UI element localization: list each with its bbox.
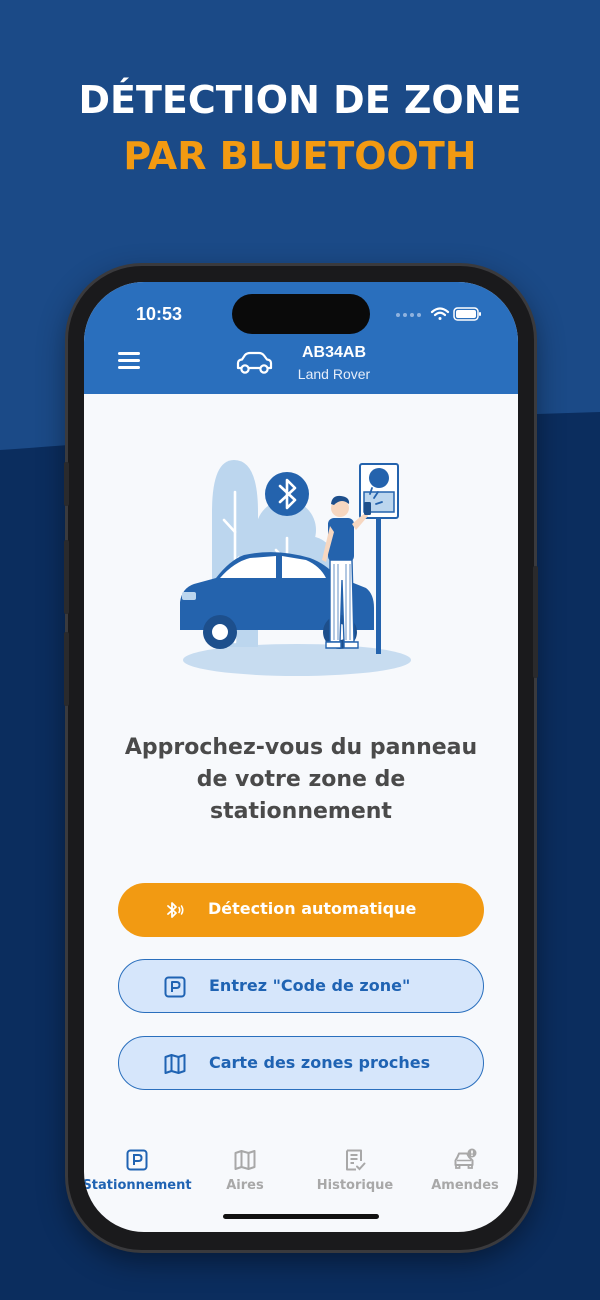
tab-amendes[interactable]: Amendes — [410, 1138, 518, 1198]
vehicle-model: Land Rover — [297, 366, 371, 382]
zone-code-label: Entrez "Code de zone" — [209, 976, 411, 995]
status-icons — [394, 306, 482, 326]
nearby-zones-map-label: Carte des zones proches — [209, 1053, 431, 1072]
phone-volume-down — [64, 632, 69, 706]
parking-icon — [126, 1149, 148, 1171]
tab-historique-label: Historique — [316, 1178, 394, 1193]
tab-stationnement-label: Stationnement — [84, 1178, 192, 1193]
phone-screen: 10:53 AB34AB Land Rover Approchez-vous d… — [84, 282, 518, 1232]
tab-amendes-label: Amendes — [431, 1178, 499, 1193]
signal-icon — [396, 313, 421, 317]
car-icon — [236, 351, 273, 374]
hamburger-icon[interactable] — [118, 352, 140, 370]
wifi-icon — [430, 307, 450, 320]
instruction-message: Approchez-vous du panneau de votre zone … — [124, 735, 478, 824]
history-icon — [346, 1149, 366, 1171]
phone-silent-switch — [64, 462, 69, 506]
tab-stationnement[interactable]: Stationnement — [84, 1138, 192, 1198]
app-header: 10:53 AB34AB Land Rover — [84, 282, 518, 394]
nearby-zones-map-button[interactable]: Carte des zones proches — [118, 1036, 484, 1090]
bottom-tab-bar: Stationnement Aires Historique Amendes — [84, 1138, 518, 1198]
tab-aires[interactable]: Aires — [190, 1138, 300, 1198]
map-icon — [234, 1150, 256, 1170]
home-indicator — [223, 1214, 379, 1219]
parking-icon — [164, 976, 186, 998]
bluetooth-icon — [167, 902, 184, 918]
car-alert-icon — [454, 1148, 477, 1169]
tab-historique[interactable]: Historique — [300, 1138, 410, 1198]
dynamic-island — [232, 294, 370, 334]
phone-power-button — [533, 566, 538, 678]
zone-code-button[interactable]: Entrez "Code de zone" — [118, 959, 484, 1013]
tab-aires-label: Aires — [226, 1178, 264, 1193]
auto-detect-button[interactable]: Détection automatique — [118, 883, 484, 937]
headline-line-1: DÉTECTION DE ZONE — [78, 78, 522, 122]
status-time: 10:53 — [136, 304, 183, 324]
battery-icon — [453, 307, 481, 321]
map-icon — [164, 1054, 186, 1074]
headline-line-2: PAR BLUETOOTH — [123, 134, 477, 178]
bluetooth-parking-illustration — [180, 460, 411, 676]
vehicle-plate[interactable]: AB34AB — [284, 344, 384, 362]
auto-detect-label: Détection automatique — [208, 899, 417, 918]
phone-volume-up — [64, 540, 69, 614]
